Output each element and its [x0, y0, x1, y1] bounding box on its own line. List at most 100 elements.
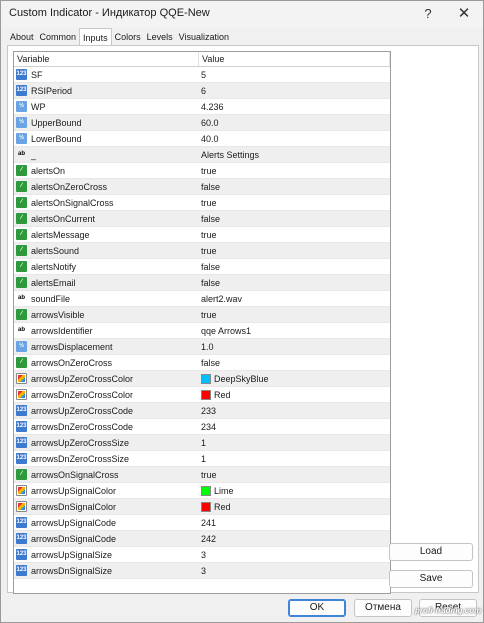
- value-cell[interactable]: 1.0: [199, 339, 390, 355]
- table-row[interactable]: ab soundFile alert2.wav: [14, 291, 390, 307]
- table-row[interactable]: 123 arrowsUpSignalSize 3: [14, 547, 390, 563]
- table-row[interactable]: 123 RSIPeriod 6: [14, 83, 390, 99]
- table-row[interactable]: ab arrowsIdentifier qqe Arrows1: [14, 323, 390, 339]
- table-row[interactable]: 123 arrowsDnZeroCrossSize 1: [14, 451, 390, 467]
- value-cell[interactable]: 60.0: [199, 115, 390, 131]
- table-row[interactable]: ab _ Alerts Settings: [14, 147, 390, 163]
- variable-cell: ½ arrowsDisplacement: [14, 339, 199, 355]
- tab-about[interactable]: About: [7, 29, 37, 46]
- table-row[interactable]: ⁄ alertsSound true: [14, 243, 390, 259]
- table-row[interactable]: 123 arrowsUpZeroCrossSize 1: [14, 435, 390, 451]
- table-row[interactable]: 123 SF 5: [14, 67, 390, 83]
- tab-common[interactable]: Common: [37, 29, 80, 46]
- value-cell[interactable]: true: [199, 243, 390, 259]
- table-row[interactable]: ⁄ arrowsVisible true: [14, 307, 390, 323]
- value-cell[interactable]: 6: [199, 83, 390, 99]
- table-row[interactable]: ⁄ alertsEmail false: [14, 275, 390, 291]
- color-swatch: [201, 389, 211, 400]
- table-row[interactable]: arrowsDnSignalColor Red: [14, 499, 390, 515]
- cancel-button[interactable]: Отмена: [354, 599, 412, 617]
- variable-cell: 123 arrowsDnSignalCode: [14, 531, 199, 547]
- value-cell[interactable]: 233: [199, 403, 390, 419]
- load-button[interactable]: Load: [389, 543, 473, 561]
- variable-cell: ab arrowsIdentifier: [14, 323, 199, 339]
- variable-value: Red: [214, 501, 231, 512]
- value-cell[interactable]: 241: [199, 515, 390, 531]
- value-cell[interactable]: false: [199, 355, 390, 371]
- table-row[interactable]: ⁄ alertsOnSignalCross true: [14, 195, 390, 211]
- value-cell[interactable]: true: [199, 227, 390, 243]
- value-cell[interactable]: 5: [199, 67, 390, 83]
- column-header-variable[interactable]: Variable: [14, 52, 199, 66]
- close-button[interactable]: ✕: [450, 4, 478, 24]
- tab-inputs[interactable]: Inputs: [79, 28, 112, 46]
- value-cell[interactable]: 3: [199, 547, 390, 563]
- value-cell[interactable]: 1: [199, 451, 390, 467]
- table-row[interactable]: ⁄ arrowsOnSignalCross true: [14, 467, 390, 483]
- variable-value: 6: [201, 85, 207, 96]
- table-row[interactable]: arrowsUpSignalColor Lime: [14, 483, 390, 499]
- variable-cell: ⁄ arrowsOnSignalCross: [14, 467, 199, 483]
- variable-value: 1: [201, 453, 207, 464]
- value-cell[interactable]: 3: [199, 563, 390, 579]
- boolean-type-icon: ⁄: [16, 213, 27, 224]
- table-row[interactable]: 123 arrowsUpZeroCrossCode 233: [14, 403, 390, 419]
- value-cell[interactable]: DeepSkyBlue: [199, 371, 390, 387]
- boolean-type-icon: ⁄: [16, 309, 27, 320]
- variable-name: arrowsDisplacement: [31, 341, 113, 352]
- value-cell[interactable]: false: [199, 179, 390, 195]
- value-cell[interactable]: Red: [199, 499, 390, 515]
- help-button[interactable]: ?: [414, 4, 442, 24]
- value-cell[interactable]: false: [199, 259, 390, 275]
- title-bar[interactable]: Custom Indicator - Индикатор QQE-New ? ✕: [1, 1, 483, 28]
- table-row[interactable]: ⁄ alertsOnCurrent false: [14, 211, 390, 227]
- table-row[interactable]: ⁄ alertsMessage true: [14, 227, 390, 243]
- table-row[interactable]: arrowsUpZeroCrossColor DeepSkyBlue: [14, 371, 390, 387]
- table-row[interactable]: ⁄ alertsOn true: [14, 163, 390, 179]
- value-cell[interactable]: 4.236: [199, 99, 390, 115]
- value-cell[interactable]: false: [199, 211, 390, 227]
- grid-rows: 123 SF 5 123 RSIPeriod 6 ½ WP 4.236 ½ UpperBound 60…: [14, 67, 390, 579]
- tab-colors[interactable]: Colors: [112, 29, 144, 46]
- value-cell[interactable]: alert2.wav: [199, 291, 390, 307]
- table-row[interactable]: ½ WP 4.236: [14, 99, 390, 115]
- value-cell[interactable]: 1: [199, 435, 390, 451]
- table-row[interactable]: 123 arrowsUpSignalCode 241: [14, 515, 390, 531]
- column-header-value[interactable]: Value: [199, 52, 390, 66]
- string-type-icon: ab: [17, 327, 25, 333]
- value-cell[interactable]: 242: [199, 531, 390, 547]
- value-cell[interactable]: qqe Arrows1: [199, 323, 390, 339]
- variable-value: false: [201, 261, 221, 272]
- table-row[interactable]: ⁄ alertsOnZeroCross false: [14, 179, 390, 195]
- variable-cell: 123 arrowsDnSignalSize: [14, 563, 199, 579]
- boolean-type-icon: ⁄: [16, 357, 27, 368]
- table-row[interactable]: ½ arrowsDisplacement 1.0: [14, 339, 390, 355]
- save-button[interactable]: Save: [389, 570, 473, 588]
- value-cell[interactable]: 234: [199, 419, 390, 435]
- table-row[interactable]: ⁄ alertsNotify false: [14, 259, 390, 275]
- value-cell[interactable]: 40.0: [199, 131, 390, 147]
- table-row[interactable]: ⁄ arrowsOnZeroCross false: [14, 355, 390, 371]
- variable-name: alertsOnCurrent: [31, 213, 96, 224]
- value-cell[interactable]: true: [199, 163, 390, 179]
- variable-value: true: [201, 469, 217, 480]
- value-cell[interactable]: Red: [199, 387, 390, 403]
- value-cell[interactable]: Alerts Settings: [199, 147, 390, 163]
- tab-levels[interactable]: Levels: [144, 29, 176, 46]
- tab-visualization[interactable]: Visualization: [176, 29, 232, 46]
- value-cell[interactable]: false: [199, 275, 390, 291]
- ok-button[interactable]: OK: [288, 599, 346, 617]
- table-row[interactable]: arrowsDnZeroCrossColor Red: [14, 387, 390, 403]
- value-cell[interactable]: true: [199, 307, 390, 323]
- value-cell[interactable]: Lime: [199, 483, 390, 499]
- boolean-type-icon: ⁄: [16, 229, 27, 240]
- table-row[interactable]: ½ UpperBound 60.0: [14, 115, 390, 131]
- value-cell[interactable]: true: [199, 467, 390, 483]
- table-row[interactable]: 123 arrowsDnZeroCrossCode 234: [14, 419, 390, 435]
- table-row[interactable]: ½ LowerBound 40.0: [14, 131, 390, 147]
- value-cell[interactable]: true: [199, 195, 390, 211]
- reset-button[interactable]: Reset: [419, 599, 477, 617]
- table-row[interactable]: 123 arrowsDnSignalCode 242: [14, 531, 390, 547]
- table-row[interactable]: 123 arrowsDnSignalSize 3: [14, 563, 390, 579]
- integer-type-icon: 123: [16, 453, 27, 464]
